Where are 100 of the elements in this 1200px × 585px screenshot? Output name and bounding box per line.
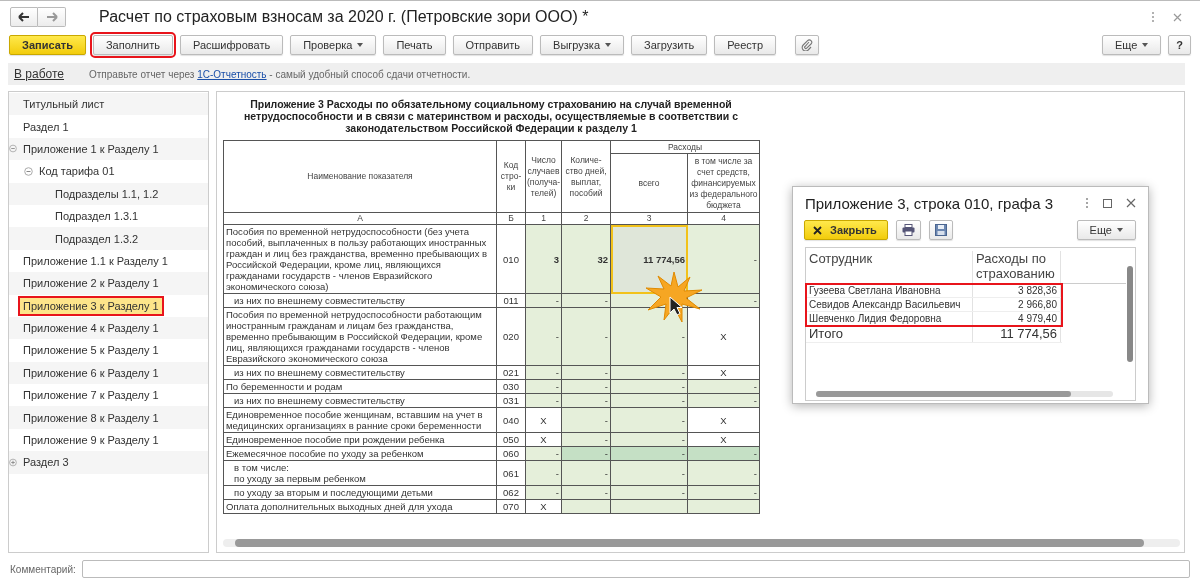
amount-cell[interactable]: 2 966,80: [973, 298, 1061, 311]
row-name-cell: По беременности и родам: [223, 379, 497, 394]
column-header: Расходы: [610, 140, 760, 154]
row-code-cell: 020: [496, 307, 526, 366]
table-cell[interactable]: -: [610, 307, 688, 366]
column-number: 2: [561, 212, 611, 225]
forward-arrow-icon: [45, 12, 58, 22]
column-header: Наименование показателя: [223, 140, 497, 213]
close-button[interactable]: Закрыть: [804, 220, 888, 240]
row-name-cell: Пособия по временной нетрудоспособности работающим иностранным гражданам и лицам без гражданства, временно пребывающим в Российской Федерации, кроме лиц, являющихся гражданами государств - членов Евразийского экономического союза: [223, 307, 497, 366]
toolbar-button[interactable]: ?: [1168, 35, 1191, 55]
more-icon[interactable]: [1151, 11, 1155, 23]
back-arrow-icon: [18, 12, 30, 22]
comment-label: Комментарий:: [10, 563, 76, 575]
toolbar-button[interactable]: Проверка: [290, 35, 377, 55]
column-header: Код стро-ки: [496, 140, 526, 213]
column-number: 1: [525, 212, 562, 225]
expand-icon[interactable]: [9, 457, 17, 467]
toolbar-button[interactable]: Еще: [1101, 35, 1162, 55]
row-code-cell: 050: [496, 432, 526, 447]
table-cell[interactable]: -: [525, 307, 562, 366]
toolbar-button[interactable]: Заполнить: [92, 35, 173, 55]
info-message: Отправьте отчет через 1С-Отчетность - самый удобный способ сдачи отчетности.: [89, 68, 471, 80]
row-code-cell: 060: [496, 446, 526, 461]
row-code-cell: 011: [496, 293, 526, 308]
toolbar-button[interactable]: Отправить: [452, 35, 534, 55]
table-cell[interactable]: 32: [561, 224, 611, 294]
save-button[interactable]: [928, 220, 953, 240]
sidebar-item[interactable]: Приложение 7 к Разделу 1: [20, 387, 162, 404]
column-number: 3: [610, 212, 688, 225]
caret-icon: [605, 43, 611, 47]
row-code-cell: 031: [496, 393, 526, 408]
column-number: Б: [496, 212, 526, 225]
total-label: Итого: [806, 326, 973, 342]
row-name-cell: Единовременное пособие при рождении ребенка: [223, 432, 497, 447]
service-link[interactable]: 1С-Отчетность: [197, 68, 267, 80]
more-button[interactable]: Еще: [1076, 220, 1136, 240]
toolbar-button[interactable]: Расшифровать: [179, 35, 284, 55]
toolbar-button[interactable]: Записать: [9, 35, 86, 55]
table-cell[interactable]: X: [687, 307, 760, 366]
print-button[interactable]: [895, 220, 921, 240]
sidebar-item[interactable]: Приложение 3 к Разделу 1: [20, 297, 162, 314]
amount-cell[interactable]: 3 828,36: [973, 284, 1061, 297]
employee-cell[interactable]: Севидов Александр Васильевич: [806, 298, 973, 311]
back-button[interactable]: [10, 7, 38, 27]
window-title: Расчет по страховым взносам за 2020 г. (Петровские зори ООО) *: [99, 8, 589, 26]
comment-field[interactable]: [81, 560, 1190, 578]
row-name-cell: Единовременное пособие женщинам, вставшим на учет в медицинских организациях в ранние сроки беременности: [223, 407, 497, 433]
column-header: Сотрудник: [806, 251, 973, 283]
amount-cell[interactable]: 4 979,40: [973, 312, 1061, 325]
row-name-cell: Ежемесячное пособие по уходу за ребенком: [223, 446, 497, 461]
starburst-icon: [646, 272, 702, 322]
caret-icon: [1117, 228, 1123, 232]
sidebar-item[interactable]: Приложение 5 к Разделу 1: [20, 342, 162, 359]
row-code-cell: 070: [496, 499, 526, 514]
total-amount: 11 774,56: [973, 326, 1061, 342]
row-name-cell: из них по внешнему совместительству: [223, 365, 497, 380]
status-link[interactable]: В работе: [14, 67, 64, 81]
toolbar-button[interactable]: Выгрузка: [540, 35, 624, 55]
toolbar-button[interactable]: Печать: [383, 35, 446, 55]
sidebar-item[interactable]: Код тарифа 01: [36, 163, 118, 180]
more-icon[interactable]: [1085, 197, 1089, 209]
sidebar-item[interactable]: Раздел 1: [20, 118, 72, 135]
horizontal-scrollbar[interactable]: [223, 539, 1180, 547]
column-number: А: [223, 212, 497, 225]
column-header: Число случаев (получа-телей): [525, 140, 562, 213]
row-code-cell: 062: [496, 485, 526, 500]
toolbar-button[interactable]: Загрузить: [631, 35, 708, 55]
row-code-cell: 030: [496, 379, 526, 394]
table-cell[interactable]: -: [687, 224, 760, 294]
sidebar-item[interactable]: Приложение 1.1 к Разделу 1: [20, 252, 171, 269]
attach-button[interactable]: [795, 35, 819, 55]
maximize-icon[interactable]: [1103, 198, 1112, 208]
row-code-cell: 021: [496, 365, 526, 380]
collapse-icon[interactable]: [9, 144, 17, 154]
sidebar-item[interactable]: Раздел 3: [20, 454, 72, 471]
row-name-cell: по уходу за вторым и последующими детьми: [223, 485, 497, 500]
table-cell[interactable]: 3: [525, 224, 562, 294]
row-name-cell: из них по внешнему совместительству: [223, 293, 497, 308]
employee-cell[interactable]: Гузеева Светлана Ивановна: [806, 284, 973, 297]
horizontal-scrollbar[interactable]: [816, 391, 1113, 397]
row-name-cell: Оплата дополнительных выходных дней для ухода: [223, 499, 497, 514]
printer-icon: [901, 224, 915, 236]
paperclip-icon: [801, 39, 813, 51]
close-icon[interactable]: [1173, 12, 1182, 22]
column-header: Количе-ство дней, выплат, пособий: [561, 140, 611, 213]
sidebar-item[interactable]: Приложение 9 к Разделу 1: [20, 432, 162, 449]
toolbar-button[interactable]: Реестр: [714, 35, 776, 55]
sidebar-item[interactable]: Подраздел 1.3.1: [52, 208, 142, 225]
employee-cell[interactable]: Шевченко Лидия Федоровна: [806, 312, 973, 325]
caret-icon: [1142, 43, 1149, 47]
table-cell[interactable]: -: [561, 307, 611, 366]
row-name-cell: Пособия по временной нетрудоспособности (без учета пособий, выплаченных в пользу работающих иностранных граждан и лиц без гражданства, временно пребывающих в Российской Федерации, кроме лиц, являющихся гражданами государств - членов Евразийского экономического союза): [223, 224, 497, 294]
column-header: всего: [610, 153, 688, 213]
caret-icon: [357, 43, 364, 47]
cursor-icon: [669, 296, 683, 316]
collapse-icon[interactable]: [24, 166, 33, 176]
close-icon[interactable]: [1126, 198, 1136, 208]
row-code-cell: 040: [496, 407, 526, 433]
column-number: 4: [687, 212, 760, 225]
